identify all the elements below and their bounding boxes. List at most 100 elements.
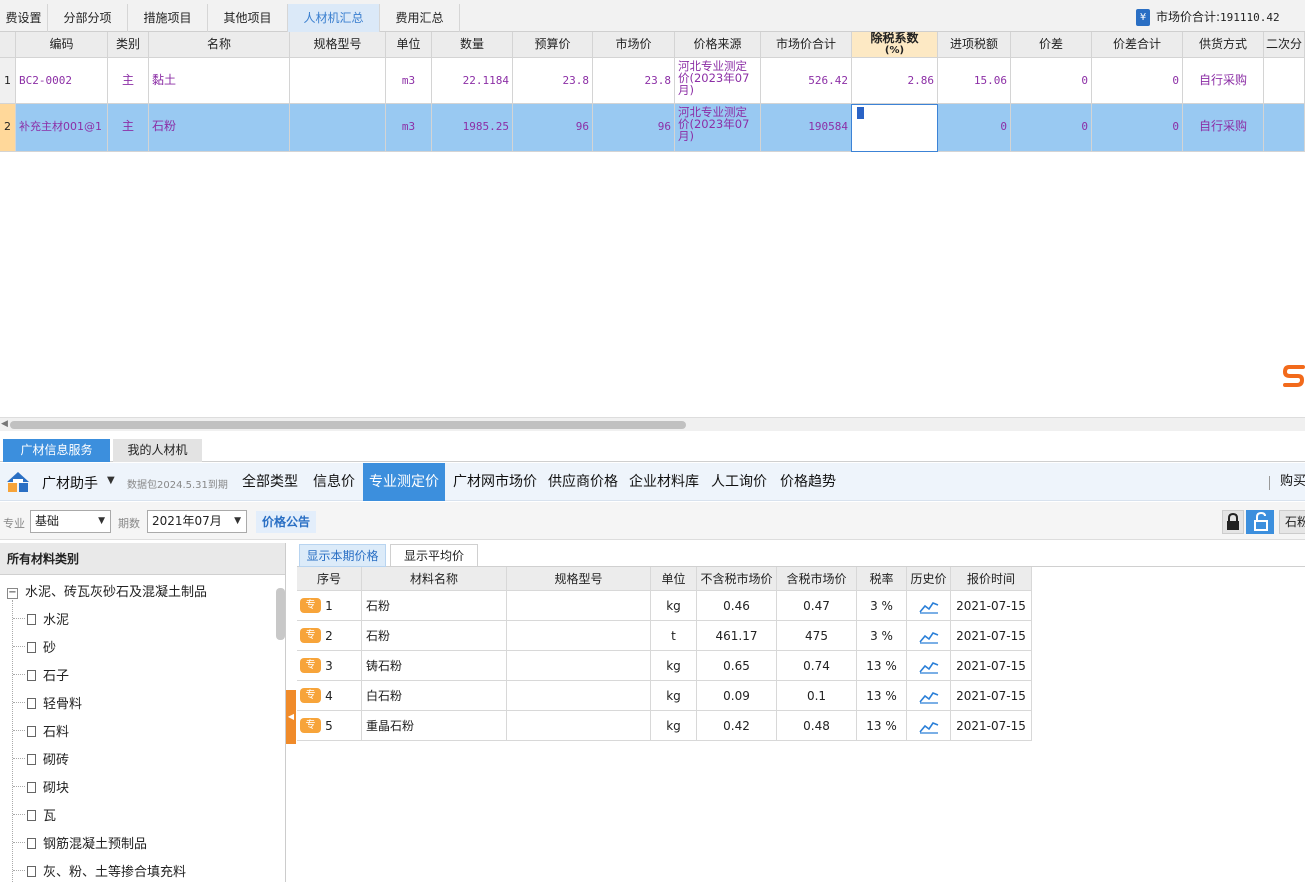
lock-button[interactable] — [1222, 510, 1244, 534]
trend-chart-icon[interactable] — [918, 660, 939, 674]
tree-item-cement[interactable]: 水泥 — [27, 609, 69, 629]
col-header-type[interactable]: 类别 — [108, 32, 149, 58]
price-col-name[interactable]: 材料名称 — [362, 567, 507, 591]
col-header-budget-price[interactable]: 预算价 — [513, 32, 593, 58]
price-col-history[interactable]: 历史价 — [907, 567, 951, 591]
tab-current-price[interactable]: 显示本期价格 — [299, 544, 386, 567]
price-cell-unit[interactable]: kg — [651, 681, 697, 711]
cell-price-source[interactable]: 河北专业测定价(2023年07月) — [675, 58, 761, 104]
price-cell-name[interactable]: 白石粉 — [362, 681, 507, 711]
scroll-left-arrow-icon[interactable]: ◀ — [1, 419, 8, 429]
collapse-panel-handle-icon[interactable]: ◀ — [286, 690, 296, 744]
price-cell-inc-tax[interactable]: 0.1 — [777, 681, 857, 711]
col-header-name[interactable]: 名称 — [149, 32, 290, 58]
material-search-input[interactable]: 石粉 — [1279, 510, 1305, 534]
cell-input-tax[interactable]: 0 — [938, 104, 1011, 152]
price-cell-date[interactable]: 2021-07-15 — [951, 711, 1032, 741]
price-cell-unit[interactable]: kg — [651, 651, 697, 681]
cell-tax-rate[interactable]: 2.86 — [852, 58, 938, 104]
price-cell-tax-rate[interactable]: 3 % — [857, 621, 907, 651]
cell-diff-total[interactable]: 0 — [1092, 104, 1183, 152]
price-cell-date[interactable]: 2021-07-15 — [951, 591, 1032, 621]
tab-measures[interactable]: 措施项目 — [128, 4, 208, 32]
row-number[interactable]: 1 — [0, 58, 16, 104]
price-cell-tax-rate[interactable]: 3 % — [857, 591, 907, 621]
col-header-tax-rate[interactable]: 除税系数 (%) — [852, 32, 938, 58]
cell-diff-total[interactable]: 0 — [1092, 58, 1183, 104]
price-notice-button[interactable]: 价格公告 — [256, 511, 317, 533]
price-col-date[interactable]: 报价时间 — [951, 567, 1032, 591]
trend-chart-icon[interactable] — [918, 600, 939, 614]
price-cell-ex-tax[interactable]: 0.42 — [697, 711, 777, 741]
price-col-spec[interactable]: 规格型号 — [507, 567, 651, 591]
cell-code[interactable]: 补充主材001@1 — [16, 104, 108, 152]
col-header-unit[interactable]: 单位 — [386, 32, 432, 58]
nav-price-trend[interactable]: 价格趋势 — [774, 463, 842, 501]
cell-code[interactable]: BC2-0002 — [16, 58, 108, 104]
tree-item-tile[interactable]: 瓦 — [27, 805, 56, 825]
price-cell-unit[interactable]: kg — [651, 711, 697, 741]
tree-item-precast-concrete[interactable]: 钢筋混凝土预制品 — [27, 833, 147, 853]
price-cell-tax-rate[interactable]: 13 % — [857, 681, 907, 711]
tree-item-sand[interactable]: 砂 — [27, 637, 56, 657]
assistant-dropdown-icon[interactable]: ▼ — [107, 475, 115, 486]
cell-input-tax[interactable]: 15.06 — [938, 58, 1011, 104]
price-cell-history[interactable] — [907, 621, 951, 651]
price-cell-tax-rate[interactable]: 13 % — [857, 651, 907, 681]
price-cell-unit[interactable]: t — [651, 621, 697, 651]
price-col-tax-rate[interactable]: 税率 — [857, 567, 907, 591]
price-cell-no[interactable]: 专1 — [297, 591, 362, 621]
cell-type[interactable]: 主 — [108, 58, 149, 104]
tab-average-price[interactable]: 显示平均价 — [390, 544, 478, 567]
ime-logo-icon[interactable] — [1283, 363, 1305, 389]
cell-secondary[interactable] — [1264, 104, 1305, 152]
price-cell-no[interactable]: 专2 — [297, 621, 362, 651]
col-header-price-source[interactable]: 价格来源 — [675, 32, 761, 58]
cell-market-price[interactable]: 96 — [593, 104, 675, 152]
specialty-select[interactable]: 基础 ▼ — [30, 510, 111, 533]
nav-supplier-price[interactable]: 供应商价格 — [543, 463, 623, 501]
trend-chart-icon[interactable] — [918, 720, 939, 734]
nav-market-price[interactable]: 广材网市场价 — [447, 463, 543, 501]
cell-quantity[interactable]: 22.1184 — [432, 58, 513, 104]
price-cell-name[interactable]: 石粉 — [362, 591, 507, 621]
price-col-inc-tax[interactable]: 含税市场价 — [777, 567, 857, 591]
price-cell-inc-tax[interactable]: 475 — [777, 621, 857, 651]
price-cell-no[interactable]: 专3 — [297, 651, 362, 681]
price-cell-name[interactable]: 石粉 — [362, 621, 507, 651]
cell-unit[interactable]: m3 — [386, 58, 432, 104]
col-header-spec[interactable]: 规格型号 — [290, 32, 386, 58]
price-cell-inc-tax[interactable]: 0.74 — [777, 651, 857, 681]
cell-price-diff[interactable]: 0 — [1011, 104, 1092, 152]
tree-item-light-aggregate[interactable]: 轻骨料 — [27, 693, 82, 713]
price-cell-ex-tax[interactable]: 0.46 — [697, 591, 777, 621]
tree-item-stone[interactable]: 石料 — [27, 721, 69, 741]
cell-supply-mode[interactable]: 自行采购 — [1183, 58, 1264, 104]
price-cell-date[interactable]: 2021-07-15 — [951, 621, 1032, 651]
tree-item-fillers[interactable]: 灰、粉、土等掺合填充料 — [27, 861, 186, 881]
cell-supply-mode[interactable]: 自行采购 — [1183, 104, 1264, 152]
tax-rate-edit-input[interactable] — [851, 104, 938, 152]
price-cell-history[interactable] — [907, 711, 951, 741]
price-col-unit[interactable]: 单位 — [651, 567, 697, 591]
price-cell-inc-tax[interactable]: 0.48 — [777, 711, 857, 741]
tree-item-gravel[interactable]: 石子 — [27, 665, 69, 685]
price-cell-ex-tax[interactable]: 0.65 — [697, 651, 777, 681]
col-header-price-diff[interactable]: 价差 — [1011, 32, 1092, 58]
price-cell-inc-tax[interactable]: 0.47 — [777, 591, 857, 621]
grid-horizontal-scrollbar[interactable]: ◀ — [0, 417, 1305, 431]
cell-secondary[interactable] — [1264, 58, 1305, 104]
price-cell-spec[interactable] — [507, 681, 651, 711]
price-cell-ex-tax[interactable]: 461.17 — [697, 621, 777, 651]
collapse-toggle-icon[interactable]: − — [7, 588, 18, 599]
price-cell-no[interactable]: 专4 — [297, 681, 362, 711]
cell-budget-price[interactable]: 96 — [513, 104, 593, 152]
tree-item-brick[interactable]: 砌砖 — [27, 749, 69, 769]
cell-unit[interactable]: m3 — [386, 104, 432, 152]
price-cell-spec[interactable] — [507, 651, 651, 681]
nav-professional-price[interactable]: 专业测定价 — [363, 463, 445, 501]
tab-material-info-service[interactable]: 广材信息服务 — [3, 439, 110, 462]
nav-all-types[interactable]: 全部类型 — [236, 463, 304, 501]
tab-other-items[interactable]: 其他项目 — [208, 4, 288, 32]
tree-scrollbar-thumb[interactable] — [276, 588, 285, 640]
